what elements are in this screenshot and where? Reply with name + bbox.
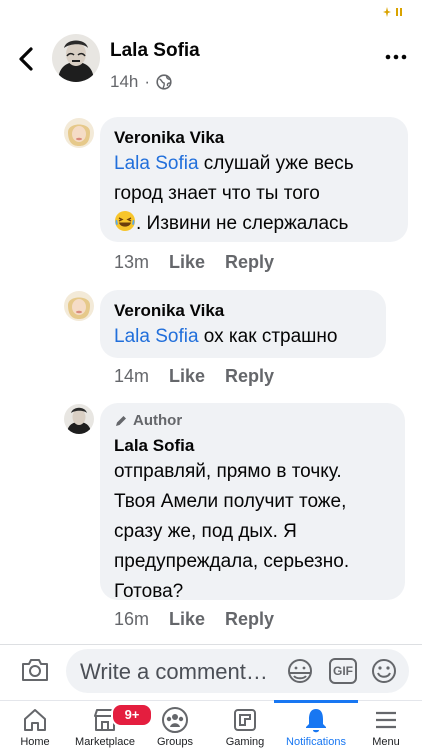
status-sparkle-icon xyxy=(383,7,402,17)
comment-text-line: Твоя Амели получит тоже, xyxy=(114,491,347,512)
comment-bubble[interactable]: Veronika Vika Lala Sofia слушай уже весь… xyxy=(100,117,408,242)
globe-icon xyxy=(156,74,172,90)
gif-icon[interactable]: GIF xyxy=(329,658,357,684)
tab-menu[interactable]: Menu xyxy=(344,701,422,750)
divider xyxy=(0,644,422,645)
comment-bubble[interactable]: Veronika Vika Lala Sofia ох как страшно xyxy=(100,290,386,358)
back-arrow-icon[interactable] xyxy=(14,44,40,74)
avatar[interactable] xyxy=(64,291,94,321)
like-button[interactable]: Like xyxy=(169,252,205,273)
comment-actions: 16m Like Reply xyxy=(114,609,274,630)
comment-text-line: . Извини не слержалась xyxy=(136,213,349,234)
menu-icon xyxy=(376,711,396,729)
comment-composer[interactable]: Write a comment… GIF xyxy=(66,649,409,693)
comment-text-line: ох как страшно xyxy=(198,326,338,347)
like-button[interactable]: Like xyxy=(169,609,205,630)
comment-text-line: Готова? xyxy=(114,581,184,602)
avatar[interactable] xyxy=(64,404,94,434)
camera-icon[interactable] xyxy=(20,656,50,684)
author-badge-label: Author xyxy=(133,412,183,429)
gaming-icon xyxy=(234,709,256,731)
avatar[interactable] xyxy=(64,118,94,148)
laughing-emoji-icon xyxy=(115,211,135,231)
mention-link[interactable]: Lala Sofia xyxy=(114,153,199,174)
bottom-nav: Home 9+ Marketplace Groups Gaming Notifi… xyxy=(0,700,422,750)
comment-time: 13m xyxy=(114,252,150,272)
comment-author[interactable]: Veronika Vika xyxy=(114,300,370,322)
comment-author[interactable]: Veronika Vika xyxy=(114,127,392,149)
reply-button[interactable]: Reply xyxy=(225,366,274,387)
comment-text: Lala Sofia ох как страшно xyxy=(114,322,370,352)
comment-text: Lala Sofia слушай уже весь город знает ч… xyxy=(114,149,392,239)
like-button[interactable]: Like xyxy=(169,366,205,387)
comment-text-line: отправляй, прямо в точку. xyxy=(114,461,342,482)
comment-text: отправляй, прямо в точку. Твоя Амели пол… xyxy=(114,457,389,607)
post-author-name[interactable]: Lala Sofia xyxy=(110,40,200,62)
reply-button[interactable]: Reply xyxy=(225,252,274,273)
avatar[interactable] xyxy=(52,34,100,82)
comment-author[interactable]: Lala Sofia xyxy=(114,435,389,457)
sticker-icon[interactable] xyxy=(286,658,314,684)
tab-label: Menu xyxy=(372,736,400,748)
post-timestamp: 14h · xyxy=(110,72,172,92)
comment-input[interactable]: Write a comment… xyxy=(80,659,268,685)
comment-time: 14m xyxy=(114,366,150,386)
reply-button[interactable]: Reply xyxy=(225,609,274,630)
comment-text-line: предупреждала, серьезно. xyxy=(114,551,350,572)
pencil-icon xyxy=(116,416,126,426)
comment-actions: 13m Like Reply xyxy=(114,252,274,273)
post-time-text: 14h xyxy=(110,72,139,91)
separator: · xyxy=(144,72,151,91)
comment-bubble[interactable]: Author Lala Sofia отправляй, прямо в точ… xyxy=(100,403,405,602)
comment-text-line: город знает что ты того xyxy=(114,183,320,204)
groups-icon xyxy=(162,707,188,733)
bell-icon xyxy=(306,709,326,733)
author-badge: Author xyxy=(114,411,389,431)
comment-actions: 14m Like Reply xyxy=(114,366,274,387)
comment-text-line: слушай уже весь xyxy=(198,153,354,174)
emoji-icon[interactable] xyxy=(370,658,398,684)
comment-text-line: сразу же, под дых. Я xyxy=(114,521,297,542)
mention-link[interactable]: Lala Sofia xyxy=(114,326,199,347)
post-header: Lala Sofia 14h · xyxy=(0,28,422,100)
comment-time: 16m xyxy=(114,609,150,629)
more-icon[interactable] xyxy=(384,50,408,64)
home-icon xyxy=(24,709,46,731)
